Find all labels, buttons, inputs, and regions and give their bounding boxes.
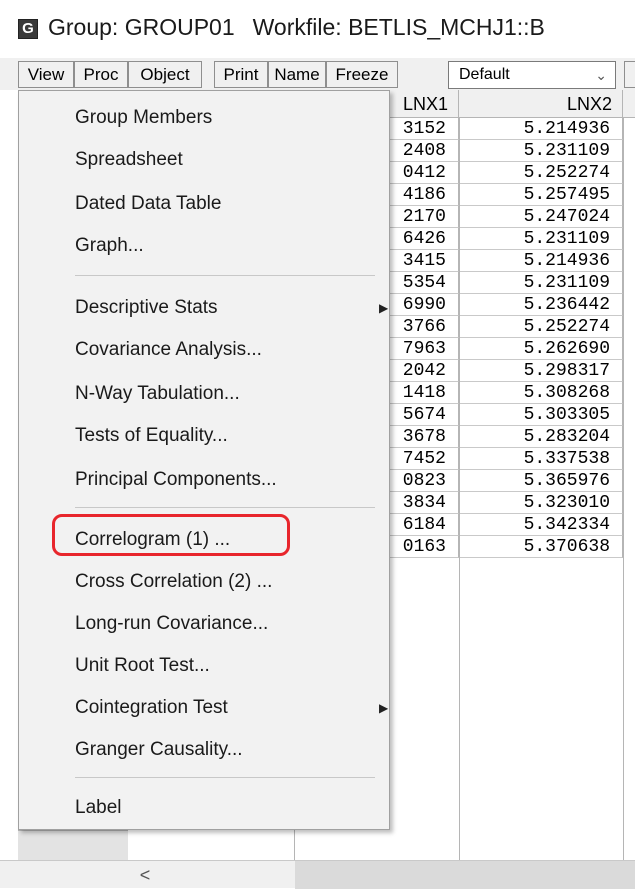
display-format-select[interactable]: Default ⌄ bbox=[448, 61, 616, 89]
scroll-thumb[interactable] bbox=[295, 861, 635, 889]
menu-separator bbox=[75, 275, 375, 276]
cell-lnx2[interactable]: 5.342334 bbox=[459, 514, 623, 536]
menu-item-principal-components[interactable]: Principal Components... bbox=[19, 461, 389, 499]
freeze-button[interactable]: Freeze bbox=[326, 61, 398, 88]
menu-item-spreadsheet[interactable]: Spreadsheet bbox=[19, 141, 389, 179]
cell-lnx2[interactable]: 5.370638 bbox=[459, 536, 623, 558]
menu-item-cointegration-test[interactable]: Cointegration Test bbox=[19, 689, 389, 727]
toolbar-overflow-button[interactable] bbox=[624, 61, 635, 88]
menu-item-granger-causality[interactable]: Granger Causality... bbox=[19, 731, 389, 769]
horizontal-scrollbar[interactable]: < bbox=[0, 860, 635, 889]
title-bar: G Group: GROUP01 Workfile: BETLIS_MCHJ1::… bbox=[0, 0, 635, 58]
menu-item-dated-data-table[interactable]: Dated Data Table bbox=[19, 185, 389, 223]
cell-lnx2[interactable]: 5.337538 bbox=[459, 448, 623, 470]
cell-lnx2[interactable]: 5.283204 bbox=[459, 426, 623, 448]
submenu-arrow-icon: ▶ bbox=[379, 701, 389, 715]
cell-lnx2[interactable]: 5.236442 bbox=[459, 294, 623, 316]
view-menu: Group Members Spreadsheet Dated Data Tab… bbox=[18, 90, 390, 830]
chevron-down-icon: ⌄ bbox=[595, 67, 607, 83]
object-button[interactable]: Object bbox=[128, 61, 202, 88]
cell-lnx2[interactable]: 5.214936 bbox=[459, 118, 623, 140]
cell-lnx2[interactable]: 5.303305 bbox=[459, 404, 623, 426]
cell-lnx2[interactable]: 5.231109 bbox=[459, 228, 623, 250]
scroll-left-arrow-icon[interactable]: < bbox=[130, 861, 160, 889]
menu-item-label[interactable]: Label bbox=[19, 789, 389, 827]
select-value: Default bbox=[459, 66, 510, 83]
toolbar: View Proc Object Print Name Freeze Defau… bbox=[0, 58, 635, 90]
cell-lnx2[interactable]: 5.247024 bbox=[459, 206, 623, 228]
highlight-annotation bbox=[52, 514, 290, 556]
menu-item-tests-of-equality[interactable]: Tests of Equality... bbox=[19, 417, 389, 455]
cell-lnx2[interactable]: 5.231109 bbox=[459, 272, 623, 294]
cell-lnx2[interactable]: 5.257495 bbox=[459, 184, 623, 206]
column-header-extra bbox=[623, 90, 635, 118]
cell-lnx2[interactable]: 5.214936 bbox=[459, 250, 623, 272]
cell-lnx2[interactable]: 5.252274 bbox=[459, 162, 623, 184]
menu-item-covariance-analysis[interactable]: Covariance Analysis... bbox=[19, 331, 389, 369]
window-title: Group: GROUP01 Workfile: BETLIS_MCHJ1::B bbox=[48, 14, 545, 41]
group-icon: G bbox=[18, 19, 38, 39]
menu-item-cross-correlation[interactable]: Cross Correlation (2) ... bbox=[19, 563, 389, 601]
cell-lnx2[interactable]: 5.252274 bbox=[459, 316, 623, 338]
name-button[interactable]: Name bbox=[268, 61, 326, 88]
menu-separator bbox=[75, 777, 375, 778]
cell-lnx2[interactable]: 5.323010 bbox=[459, 492, 623, 514]
cell-lnx2[interactable]: 5.308268 bbox=[459, 382, 623, 404]
menu-item-long-run-covariance[interactable]: Long-run Covariance... bbox=[19, 605, 389, 643]
column-header-lnx2[interactable]: LNX2 bbox=[459, 90, 623, 118]
menu-item-group-members[interactable]: Group Members bbox=[19, 99, 389, 137]
submenu-arrow-icon: ▶ bbox=[379, 301, 389, 315]
menu-item-descriptive-stats[interactable]: Descriptive Stats bbox=[19, 289, 389, 327]
cell-lnx2[interactable]: 5.298317 bbox=[459, 360, 623, 382]
cell-lnx2[interactable]: 5.231109 bbox=[459, 140, 623, 162]
workfile-name: Workfile: BETLIS_MCHJ1::B bbox=[252, 14, 545, 40]
cell-lnx2[interactable]: 5.365976 bbox=[459, 470, 623, 492]
proc-button[interactable]: Proc bbox=[74, 61, 128, 88]
grid-divider bbox=[623, 118, 624, 860]
grid-divider bbox=[459, 118, 460, 860]
menu-item-unit-root-test[interactable]: Unit Root Test... bbox=[19, 647, 389, 685]
menu-item-n-way-tabulation[interactable]: N-Way Tabulation... bbox=[19, 375, 389, 413]
group-name: Group: GROUP01 bbox=[48, 14, 235, 40]
menu-separator bbox=[75, 507, 375, 508]
menu-item-graph[interactable]: Graph... bbox=[19, 227, 389, 265]
cell-lnx2[interactable]: 5.262690 bbox=[459, 338, 623, 360]
view-button[interactable]: View bbox=[18, 61, 74, 88]
print-button[interactable]: Print bbox=[214, 61, 268, 88]
row-number-footer bbox=[18, 830, 128, 860]
